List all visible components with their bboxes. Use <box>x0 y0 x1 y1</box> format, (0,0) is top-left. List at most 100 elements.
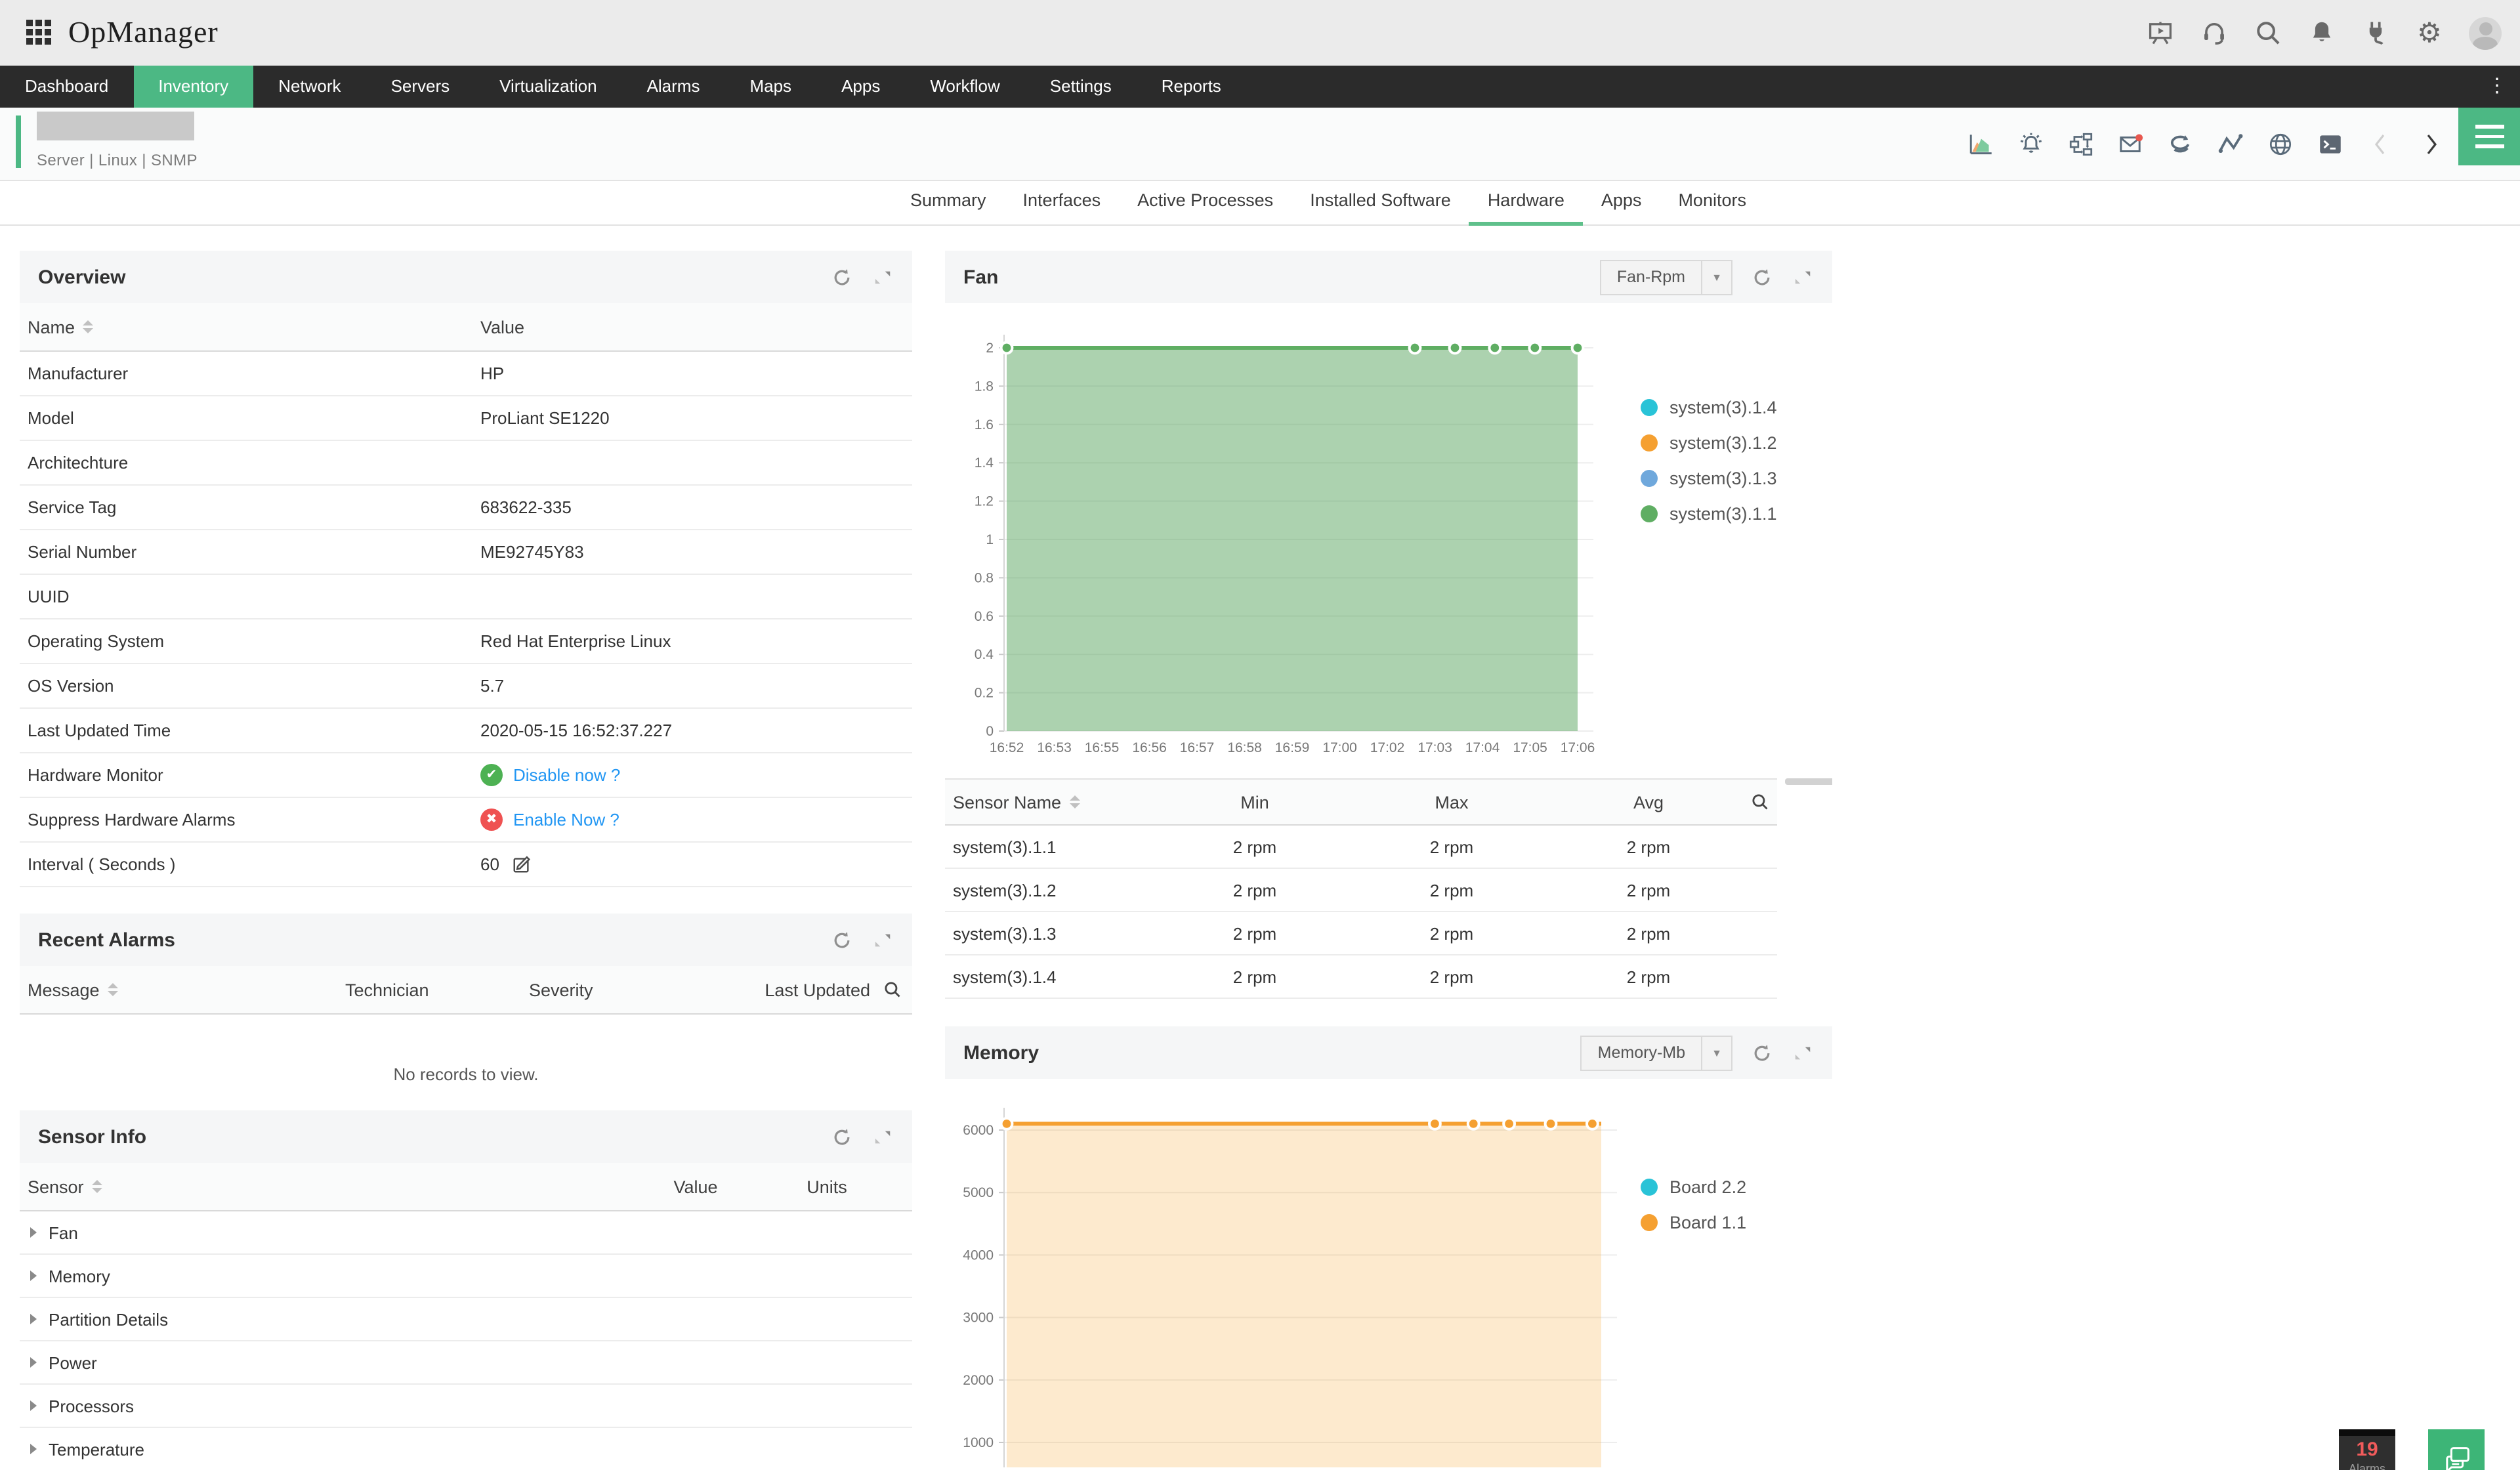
apps-grid-icon[interactable] <box>26 20 52 46</box>
tab[interactable]: Installed Software <box>1292 181 1469 224</box>
nav-item[interactable]: Servers <box>366 66 475 108</box>
performance-graph-icon[interactable] <box>2217 130 2244 158</box>
overview-table-body: Manufacturer HP Model ProLiant SE12 <box>20 352 912 887</box>
sort-icon[interactable] <box>92 1180 102 1193</box>
tab[interactable]: Hardware <box>1469 181 1583 224</box>
feedback-chat-button[interactable] <box>2428 1429 2485 1470</box>
main-nav: DashboardInventoryNetworkServersVirtuali… <box>0 66 2520 108</box>
tab[interactable]: Summary <box>892 181 1005 224</box>
svg-text:1.2: 1.2 <box>975 494 994 509</box>
svg-text:1.6: 1.6 <box>975 417 994 432</box>
chevron-left-icon[interactable] <box>2366 130 2394 158</box>
expand-icon[interactable] <box>1792 1041 1814 1064</box>
expand-icon[interactable] <box>1792 266 1814 288</box>
refresh-icon[interactable] <box>1751 1041 1773 1064</box>
edit-icon[interactable] <box>513 854 532 874</box>
sort-icon[interactable] <box>1069 795 1080 808</box>
alarms-count-badge[interactable]: 19 Alarms <box>2339 1429 2395 1470</box>
expand-icon[interactable] <box>872 266 894 288</box>
menu-hamburger-button[interactable] <box>2458 108 2520 165</box>
svg-text:17:03: 17:03 <box>1418 740 1452 755</box>
search-icon[interactable] <box>1751 793 1777 811</box>
chevron-right-icon[interactable] <box>2416 130 2444 158</box>
sensor-group-row[interactable]: Processors <box>20 1385 912 1428</box>
sync-icon[interactable] <box>2167 130 2194 158</box>
sensor-group-row[interactable]: Fan <box>20 1211 912 1255</box>
globe-icon[interactable] <box>2267 130 2294 158</box>
legend-item[interactable]: system(3).1.1 <box>1641 504 1777 524</box>
expand-caret-icon <box>30 1227 37 1238</box>
area-chart-icon[interactable] <box>1967 130 1995 158</box>
settings-gear-icon[interactable]: ⚙ <box>2415 18 2444 47</box>
sensor-group-row[interactable]: Memory <box>20 1255 912 1298</box>
user-avatar[interactable] <box>2469 16 2502 49</box>
nav-item[interactable]: Settings <box>1025 66 1137 108</box>
notifications-bell-icon[interactable] <box>2307 18 2336 47</box>
presentation-icon[interactable] <box>2146 18 2175 47</box>
svg-text:0: 0 <box>986 724 994 739</box>
svg-text:1000: 1000 <box>963 1435 994 1450</box>
refresh-icon[interactable] <box>1751 266 1773 288</box>
nav-item[interactable]: Maps <box>724 66 816 108</box>
nav-item[interactable]: Alarms <box>622 66 725 108</box>
legend-dot <box>1641 1179 1658 1196</box>
sensor-group-row[interactable]: Partition Details <box>20 1298 912 1341</box>
nav-overflow-icon[interactable]: ⋮ <box>2474 66 2520 108</box>
sort-icon[interactable] <box>83 320 93 333</box>
nav-item[interactable]: Reports <box>1137 66 1246 108</box>
tab[interactable]: Active Processes <box>1119 181 1292 224</box>
fan-table-body: system(3).1.1 2 rpm 2 rpm 2 rpm system(3… <box>945 826 1777 999</box>
svg-text:17:00: 17:00 <box>1322 740 1357 755</box>
expand-caret-icon <box>30 1400 37 1411</box>
terminal-icon[interactable] <box>2317 130 2344 158</box>
left-column: Overview Name Value Manufacturer <box>20 251 912 1470</box>
refresh-icon[interactable] <box>831 929 853 951</box>
memory-metric-dropdown[interactable]: Memory-Mb ▼ <box>1581 1035 1732 1070</box>
expand-icon[interactable] <box>872 1125 894 1148</box>
integrations-plug-icon[interactable] <box>2361 18 2390 47</box>
svg-text:16:55: 16:55 <box>1085 740 1120 755</box>
legend-item[interactable]: Board 1.1 <box>1641 1213 1746 1232</box>
legend-item[interactable]: system(3).1.3 <box>1641 469 1777 488</box>
mail-unread-icon[interactable] <box>2117 130 2145 158</box>
legend-item[interactable]: Board 2.2 <box>1641 1177 1746 1197</box>
support-headset-icon[interactable] <box>2200 18 2229 47</box>
svg-text:0.8: 0.8 <box>975 570 994 585</box>
svg-text:0.6: 0.6 <box>975 609 994 624</box>
nav-item[interactable]: Apps <box>816 66 905 108</box>
sensor-group-row[interactable]: Power <box>20 1341 912 1385</box>
memory-panel: Memory Memory-Mb ▼ 600050004000300020001… <box>945 1026 1832 1467</box>
table-row: system(3).1.4 2 rpm 2 rpm 2 rpm <box>945 956 1777 999</box>
legend-dot <box>1641 505 1658 522</box>
fan-metric-dropdown[interactable]: Fan-Rpm ▼ <box>1600 259 1732 295</box>
search-icon[interactable] <box>2254 18 2282 47</box>
nav-item[interactable]: Inventory <box>133 66 253 108</box>
svg-text:16:52: 16:52 <box>990 740 1024 755</box>
col-sensor-name: Sensor Name <box>953 792 1061 812</box>
nav-item[interactable]: Network <box>253 66 366 108</box>
alarm-bell-icon[interactable] <box>2017 130 2045 158</box>
sensor-group-row[interactable]: Temperature <box>20 1428 912 1470</box>
legend-item[interactable]: system(3).1.2 <box>1641 433 1777 453</box>
nav-item[interactable]: Dashboard <box>0 66 133 108</box>
device-name-placeholder <box>37 112 194 140</box>
table-row: system(3).1.2 2 rpm 2 rpm 2 rpm <box>945 869 1777 912</box>
expand-icon[interactable] <box>872 929 894 951</box>
col-units: Units <box>761 1177 892 1196</box>
workflow-icon[interactable] <box>2067 130 2095 158</box>
legend-item[interactable]: system(3).1.4 <box>1641 398 1777 417</box>
search-icon[interactable] <box>883 980 902 999</box>
table-row: Last Updated Time 2020-05-15 16:52:37.22… <box>20 709 912 753</box>
horizontal-scrollbar[interactable] <box>1785 778 1832 785</box>
sort-icon[interactable] <box>108 983 118 996</box>
tab[interactable]: Apps <box>1583 181 1660 224</box>
legend-dot <box>1641 1214 1658 1231</box>
refresh-icon[interactable] <box>831 1125 853 1148</box>
fan-legend: system(3).1.4 system(3).1.2 system(3).1.… <box>1641 398 1777 539</box>
nav-item[interactable]: Virtualization <box>474 66 621 108</box>
tab[interactable]: Monitors <box>1660 181 1765 224</box>
tab[interactable]: Interfaces <box>1005 181 1120 224</box>
nav-item[interactable]: Workflow <box>905 66 1024 108</box>
refresh-icon[interactable] <box>831 266 853 288</box>
device-toolbar <box>1967 108 2444 180</box>
